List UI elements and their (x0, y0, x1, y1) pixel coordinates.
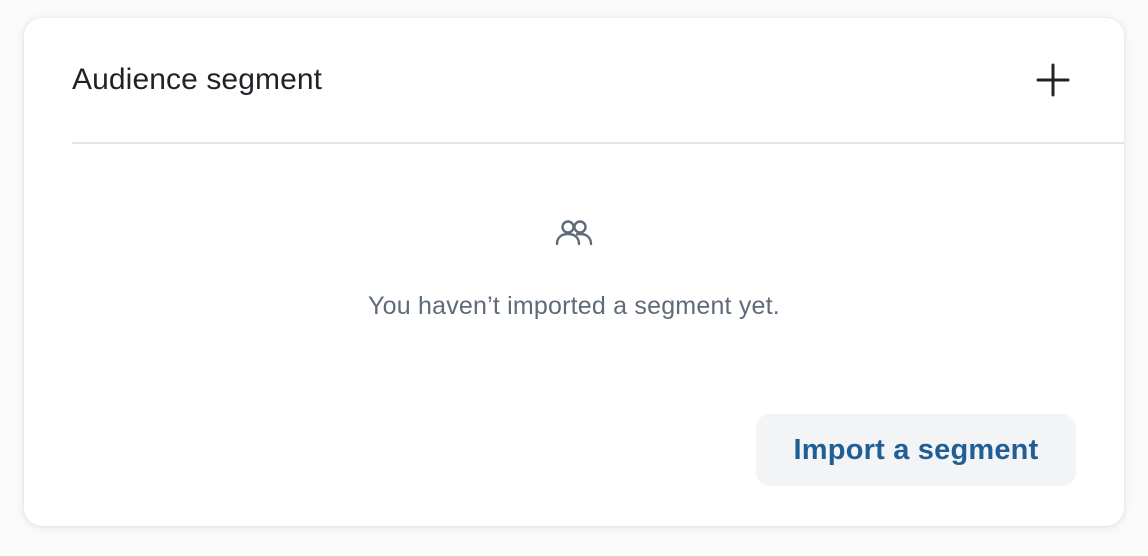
empty-state-message: You haven’t imported a segment yet. (368, 292, 780, 320)
import-segment-button[interactable]: Import a segment (756, 414, 1076, 486)
card-title: Audience segment (72, 63, 323, 96)
audience-segment-card: Audience segment You haven’t imported a … (24, 18, 1124, 526)
plus-icon (1036, 63, 1070, 97)
people-icon (555, 220, 593, 246)
add-segment-button[interactable] (1035, 62, 1071, 98)
empty-state: You haven’t imported a segment yet. (24, 218, 1124, 321)
card-header: Audience segment (72, 18, 1124, 144)
